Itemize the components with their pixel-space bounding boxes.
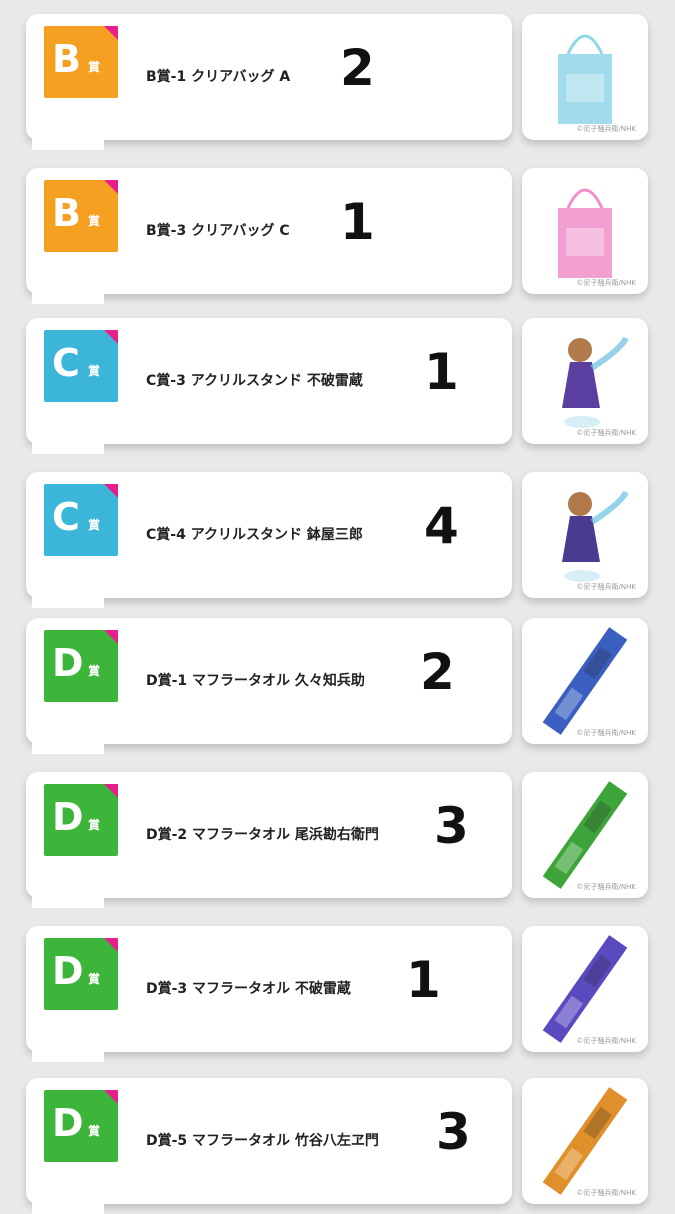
prize-thumbnail[interactable]: ©尼子騒兵衛/NHK	[522, 168, 648, 294]
prize-thumbnail[interactable]: ©尼子騒兵衛/NHK	[522, 318, 648, 444]
thumbnail-watermark: ©尼子騒兵衛/NHK	[576, 429, 636, 437]
thumbnail-watermark: ©尼子騒兵衛/NHK	[576, 883, 636, 891]
corner-fold-icon	[104, 784, 118, 798]
prize-thumbnail[interactable]: ©尼子騒兵衛/NHK	[522, 472, 648, 598]
card-tab	[32, 888, 104, 908]
badge-sho: 賞	[88, 60, 101, 74]
badge-letter: B	[52, 191, 81, 235]
badge-sho: 賞	[88, 664, 101, 678]
prize-thumbnail[interactable]: ©尼子騒兵衛/NHK	[522, 618, 648, 744]
prize-count: 4	[424, 497, 459, 555]
badge-sho: 賞	[88, 972, 101, 986]
thumbnail-watermark: ©尼子騒兵衛/NHK	[576, 729, 636, 737]
prize-name: B賞-1 クリアバッグ A	[146, 69, 291, 85]
corner-fold-icon	[104, 1090, 118, 1104]
prize-thumbnail[interactable]: ©尼子騒兵衛/NHK	[522, 926, 648, 1052]
badge-letter: D	[52, 949, 84, 993]
badge-letter: C	[52, 341, 80, 385]
corner-fold-icon	[104, 938, 118, 952]
prize-name: D賞-2 マフラータオル 尾浜勘右衛門	[146, 827, 379, 843]
prize-row[interactable]: D 賞 D賞-1 マフラータオル 久々知兵助 2 ©尼子騒兵衛/NHK	[0, 604, 675, 754]
corner-fold-icon	[104, 180, 118, 194]
prize-name: D賞-1 マフラータオル 久々知兵助	[146, 673, 365, 689]
badge-letter: D	[52, 795, 84, 839]
prize-name: B賞-3 クリアバッグ C	[146, 223, 290, 239]
prize-name: C賞-4 アクリルスタンド 鉢屋三郎	[146, 527, 363, 543]
badge-letter: D	[52, 641, 84, 685]
prize-name: C賞-3 アクリルスタンド 不破雷蔵	[146, 373, 363, 389]
prize-name: D賞-5 マフラータオル 竹谷八左ヱ門	[146, 1133, 379, 1149]
card-tab	[32, 734, 104, 754]
thumbnail-watermark: ©尼子騒兵衛/NHK	[576, 279, 636, 287]
prize-count: 1	[406, 951, 441, 1009]
prize-row[interactable]: C 賞 C賞-3 アクリルスタンド 不破雷蔵 1 ©尼子騒兵衛/NHK	[0, 304, 675, 454]
muffler-towel-icon	[542, 935, 628, 1043]
clear-bag-blue-icon	[558, 34, 612, 124]
prize-row[interactable]: B 賞 B賞-3 クリアバッグ C 1 ©尼子騒兵衛/NHK	[0, 154, 675, 304]
prize-count: 2	[420, 643, 455, 701]
prize-grade-badge: D賞	[44, 630, 118, 702]
badge-letter: B	[52, 37, 81, 81]
prize-grade-badge: C賞	[44, 330, 118, 402]
corner-fold-icon	[104, 484, 118, 498]
prize-grade-badge: B賞	[44, 180, 118, 252]
prize-count: 3	[436, 1103, 471, 1161]
badge-sho: 賞	[88, 518, 101, 532]
card-tab	[32, 434, 104, 454]
prize-count: 1	[340, 193, 375, 251]
card-tab	[32, 284, 104, 304]
prize-thumbnail[interactable]: ©尼子騒兵衛/NHK	[522, 1078, 648, 1204]
badge-sho: 賞	[88, 214, 101, 228]
prize-grade-badge: D賞	[44, 938, 118, 1010]
muffler-towel-icon	[542, 627, 628, 735]
corner-fold-icon	[104, 630, 118, 644]
badge-letter: D	[52, 1101, 84, 1145]
prize-count: 1	[424, 343, 459, 401]
thumbnail-watermark: ©尼子騒兵衛/NHK	[576, 1189, 636, 1197]
prize-grade-badge: C賞	[44, 484, 118, 556]
prize-thumbnail[interactable]: ©尼子騒兵衛/NHK	[522, 14, 648, 140]
acrylic-stand-icon	[562, 490, 629, 582]
corner-fold-icon	[104, 330, 118, 344]
prize-grade-badge: B賞	[44, 26, 118, 98]
prize-row[interactable]: B 賞 B賞-1 クリアバッグ A 2 ©尼子騒兵衛/NHK	[0, 0, 675, 150]
prize-thumbnail[interactable]: ©尼子騒兵衛/NHK	[522, 772, 648, 898]
prize-grade-badge: D賞	[44, 784, 118, 856]
thumbnail-watermark: ©尼子騒兵衛/NHK	[576, 1037, 636, 1045]
prize-count: 3	[434, 797, 469, 855]
card-tab	[32, 130, 104, 150]
prize-row[interactable]: D 賞 D賞-5 マフラータオル 竹谷八左ヱ門 3 ©尼子騒兵衛/NHK	[0, 1064, 675, 1214]
thumbnail-watermark: ©尼子騒兵衛/NHK	[576, 125, 636, 133]
badge-sho: 賞	[88, 1124, 101, 1138]
corner-fold-icon	[104, 26, 118, 40]
muffler-towel-icon	[542, 1087, 628, 1195]
prize-count: 2	[340, 39, 375, 97]
prize-grade-badge: D賞	[44, 1090, 118, 1162]
prize-row[interactable]: D 賞 D賞-2 マフラータオル 尾浜勘右衛門 3 ©尼子騒兵衛/NHK	[0, 758, 675, 908]
card-tab	[32, 1042, 104, 1062]
acrylic-stand-icon	[562, 336, 629, 428]
badge-letter: C	[52, 495, 80, 539]
badge-sho: 賞	[88, 364, 101, 378]
prize-row[interactable]: D 賞 D賞-3 マフラータオル 不破雷蔵 1 ©尼子騒兵衛/NHK	[0, 912, 675, 1062]
badge-sho: 賞	[88, 818, 101, 832]
prize-name: D賞-3 マフラータオル 不破雷蔵	[146, 981, 351, 997]
clear-bag-pink-icon	[558, 188, 612, 278]
muffler-towel-icon	[542, 781, 628, 889]
thumbnail-watermark: ©尼子騒兵衛/NHK	[576, 583, 636, 591]
card-tab	[32, 1194, 104, 1214]
prize-row[interactable]: C 賞 C賞-4 アクリルスタンド 鉢屋三郎 4 ©尼子騒兵衛/NHK	[0, 458, 675, 608]
